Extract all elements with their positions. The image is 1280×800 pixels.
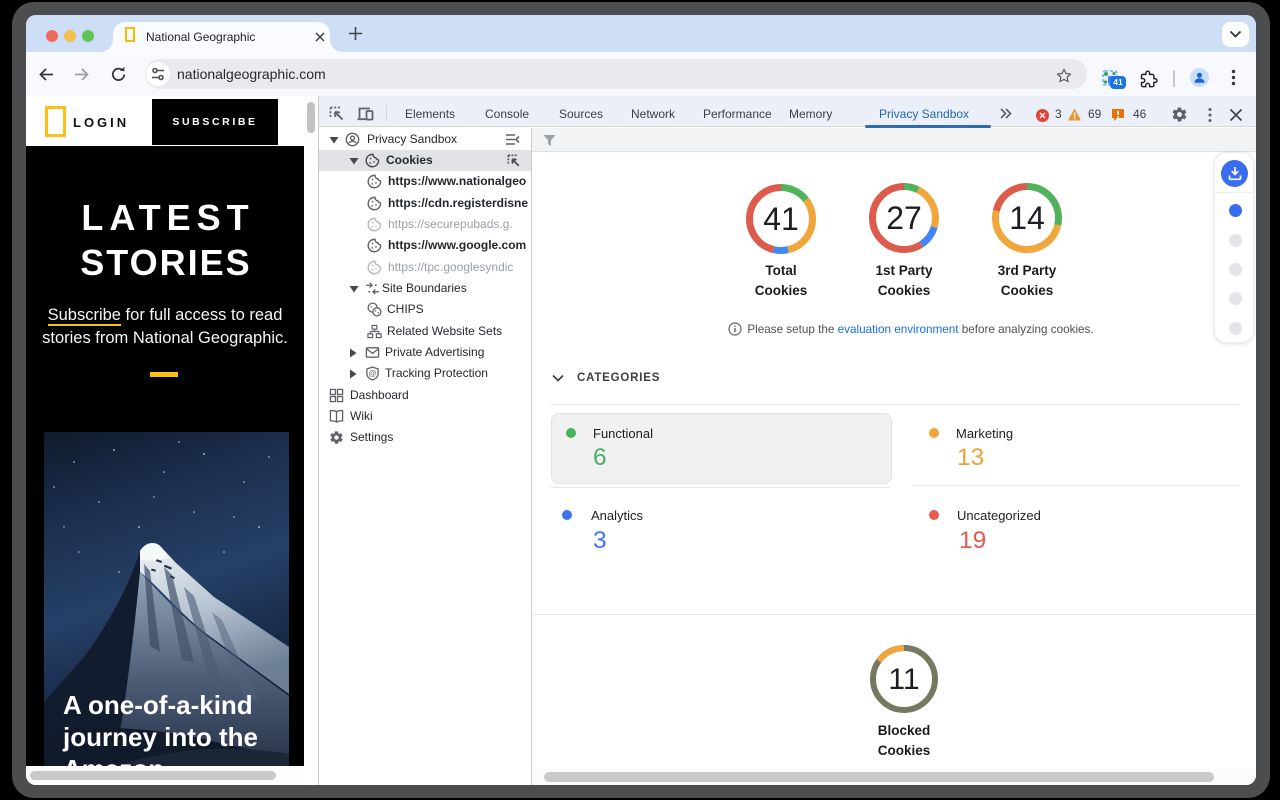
svg-text:@: @ [368, 369, 376, 378]
